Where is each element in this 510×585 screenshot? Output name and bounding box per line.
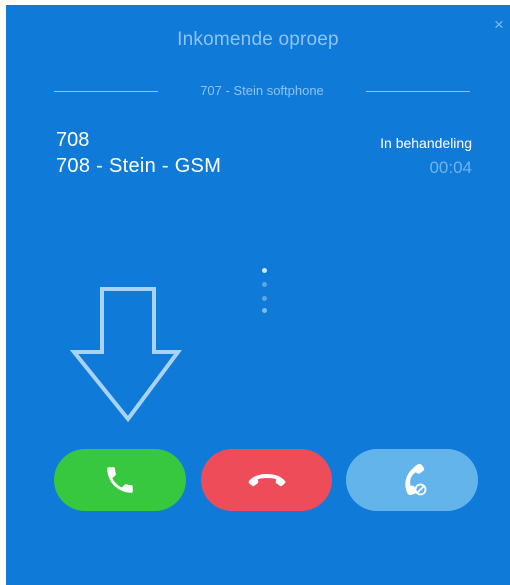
divider-right [366,91,470,92]
call-timer: 00:04 [429,158,472,177]
dot [262,268,267,273]
answer-button[interactable] [54,449,186,511]
window-title: Inkomende oproep [177,29,339,50]
incoming-call-window: × Inkomende oproep 707 - Stein softphone… [6,5,510,585]
dot [262,282,267,287]
call-status: In behandeling [380,135,472,151]
more-options-icon[interactable] [262,268,268,316]
hang-up-icon [248,474,285,487]
account-row: 707 - Stein softphone [54,83,470,99]
down-arrow-icon [69,287,182,423]
phone-icon [107,467,133,493]
decline-button[interactable] [201,449,332,511]
caller-name: 708 - Stein - GSM [56,155,222,177]
dot [262,296,267,301]
reject-button[interactable] [346,449,478,511]
phone-blocked-icon [405,463,427,496]
caller-number: 708 [56,129,90,151]
dot [262,308,267,313]
